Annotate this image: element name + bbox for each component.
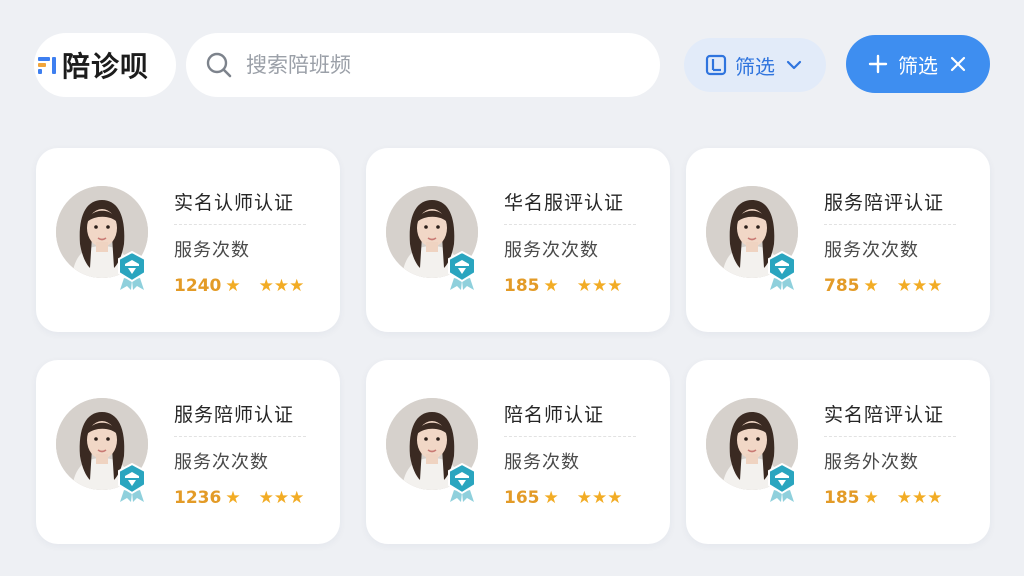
star-rating: ★★★ — [897, 276, 943, 296]
star-icon: ★ — [912, 488, 928, 508]
star-rating: ★★★ — [577, 276, 623, 296]
card-stats: 1236 ★ ★★★ — [174, 488, 304, 508]
plus-icon — [868, 54, 888, 74]
service-count: 785 — [824, 276, 860, 296]
companion-card[interactable]: 陪名师认证 服务次数 165 ★ ★★★ — [366, 360, 670, 544]
star-rating: ★★★ — [259, 488, 305, 508]
divider — [504, 436, 636, 437]
filter-panel-icon — [705, 54, 727, 76]
star-icon: ★ — [289, 276, 305, 296]
certified-badge-icon — [768, 250, 796, 290]
card-subtitle: 服务次数 — [174, 240, 250, 261]
star-rating: ★★★ — [577, 488, 623, 508]
certified-badge-icon — [118, 462, 146, 502]
search-icon — [206, 52, 232, 78]
certified-badge-icon — [448, 250, 476, 290]
star-icon: ★ — [273, 276, 290, 296]
certified-badge-icon — [768, 462, 796, 502]
star-icon: ★ — [258, 488, 274, 508]
star-icon: ★ — [576, 276, 592, 296]
card-subtitle: 服务次数 — [504, 452, 580, 473]
card-stats: 185 ★ ★★★ — [824, 488, 943, 508]
app-name: 陪诊呗 — [62, 50, 150, 83]
divider — [824, 436, 956, 437]
star-icon: ★ — [258, 276, 274, 296]
chevron-down-icon — [786, 60, 802, 70]
star-icon: ★ — [896, 488, 912, 508]
star-icon: ★ — [592, 488, 608, 508]
star-icon: ★ — [592, 276, 608, 296]
star-icon: ★ — [543, 276, 559, 296]
star-rating: ★★★ — [259, 276, 305, 296]
service-count: 1240 — [174, 276, 222, 296]
companion-card[interactable]: 服务陪师认证 服务次次数 1236 ★ ★★★ — [36, 360, 340, 544]
star-icon: ★ — [927, 276, 943, 296]
filter-dropdown-button[interactable]: 筛选 — [684, 38, 826, 92]
card-subtitle: 服务次次数 — [824, 240, 919, 261]
companion-card[interactable]: 实名认师认证 服务次数 1240 ★ ★★★ — [36, 148, 340, 332]
card-subtitle: 服务次次数 — [174, 452, 269, 473]
card-title: 陪名师认证 — [504, 404, 605, 426]
card-stats: 1240 ★ ★★★ — [174, 276, 304, 296]
service-count: 185 — [504, 276, 540, 296]
star-icon: ★ — [912, 276, 928, 296]
filter-label: 筛选 — [735, 54, 775, 79]
star-icon: ★ — [896, 276, 912, 296]
star-icon: ★ — [863, 488, 879, 508]
card-subtitle: 服务次次数 — [504, 240, 599, 261]
star-icon: ★ — [543, 488, 559, 508]
star-icon: ★ — [273, 488, 290, 508]
card-stats: 785 ★ ★★★ — [824, 276, 943, 296]
companion-card[interactable]: 服务陪评认证 服务次次数 785 ★ ★★★ — [686, 148, 990, 332]
card-title: 服务陪师认证 — [174, 404, 295, 426]
card-subtitle: 服务外次数 — [824, 452, 919, 473]
add-filter-button[interactable]: 筛选 — [846, 35, 990, 93]
service-count: 185 — [824, 488, 860, 508]
star-icon: ★ — [576, 488, 592, 508]
divider — [174, 224, 306, 225]
filter-primary-label: 筛选 — [898, 53, 938, 78]
card-stats: 165 ★ ★★★ — [504, 488, 623, 508]
star-icon: ★ — [225, 276, 241, 296]
certified-badge-icon — [118, 250, 146, 290]
star-icon: ★ — [225, 488, 241, 508]
divider — [824, 224, 956, 225]
search-bar[interactable] — [186, 33, 660, 97]
card-title: 实名陪评认证 — [824, 404, 945, 426]
card-title: 服务陪评认证 — [824, 192, 945, 214]
logo-icon — [38, 57, 56, 74]
star-icon: ★ — [607, 488, 623, 508]
card-stats: 185 ★ ★★★ — [504, 276, 623, 296]
card-title: 实名认师认证 — [174, 192, 295, 214]
divider — [504, 224, 636, 225]
companion-card[interactable]: 华名服评认证 服务次次数 185 ★ ★★★ — [366, 148, 670, 332]
app-logo[interactable]: 陪诊呗 — [34, 33, 176, 97]
divider — [174, 436, 306, 437]
close-icon[interactable] — [948, 54, 968, 74]
service-count: 1236 — [174, 488, 222, 508]
star-icon: ★ — [289, 488, 305, 508]
star-icon: ★ — [927, 488, 943, 508]
star-rating: ★★★ — [897, 488, 943, 508]
search-input[interactable] — [244, 52, 628, 78]
companion-card[interactable]: 实名陪评认证 服务外次数 185 ★ ★★★ — [686, 360, 990, 544]
star-icon: ★ — [863, 276, 879, 296]
star-icon: ★ — [607, 276, 623, 296]
service-count: 165 — [504, 488, 540, 508]
card-title: 华名服评认证 — [504, 192, 625, 214]
certified-badge-icon — [448, 462, 476, 502]
